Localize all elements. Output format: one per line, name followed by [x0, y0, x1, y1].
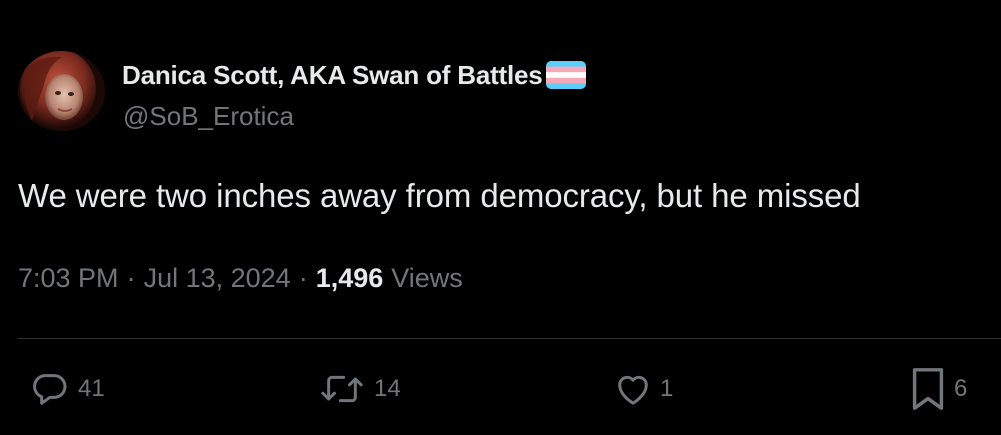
tweet-meta: 7:03 PM · Jul 13, 2024 · 1,496 Views	[18, 263, 463, 294]
views-count: 1,496	[315, 263, 384, 293]
bookmark-icon	[908, 366, 948, 412]
tweet-text: We were two inches away from democracy, …	[18, 177, 861, 214]
like-count: 1	[660, 375, 674, 402]
retweet-button[interactable]: 14	[316, 366, 401, 412]
heart-icon	[612, 369, 654, 409]
views-label: Views	[391, 263, 463, 293]
author-handle[interactable]: @SoB_Erotica	[123, 101, 294, 132]
author-display-name[interactable]: Danica Scott, AKA Swan of Battles	[122, 60, 543, 91]
bookmark-button[interactable]: 6	[908, 366, 967, 412]
avatar-photo	[18, 51, 105, 131]
author-name-row[interactable]: Danica Scott, AKA Swan of Battles	[122, 58, 586, 92]
tweet-time[interactable]: 7:03 PM	[18, 263, 119, 294]
like-button[interactable]: 1	[612, 366, 673, 412]
transgender-flag-icon	[545, 61, 586, 89]
retweet-icon	[316, 369, 368, 409]
reply-icon	[28, 369, 72, 409]
avatar[interactable]	[18, 51, 105, 131]
divider	[18, 338, 1001, 339]
meta-separator: ·	[126, 263, 136, 293]
meta-separator: ·	[298, 263, 308, 293]
bookmark-count: 6	[954, 375, 968, 402]
reply-count: 41	[78, 375, 105, 402]
reply-button[interactable]: 41	[28, 366, 105, 412]
tweet-detail: Danica Scott, AKA Swan of Battles @SoB_E…	[0, 0, 1001, 435]
retweet-count: 14	[374, 375, 401, 402]
tweet-date[interactable]: Jul 13, 2024	[144, 263, 291, 294]
